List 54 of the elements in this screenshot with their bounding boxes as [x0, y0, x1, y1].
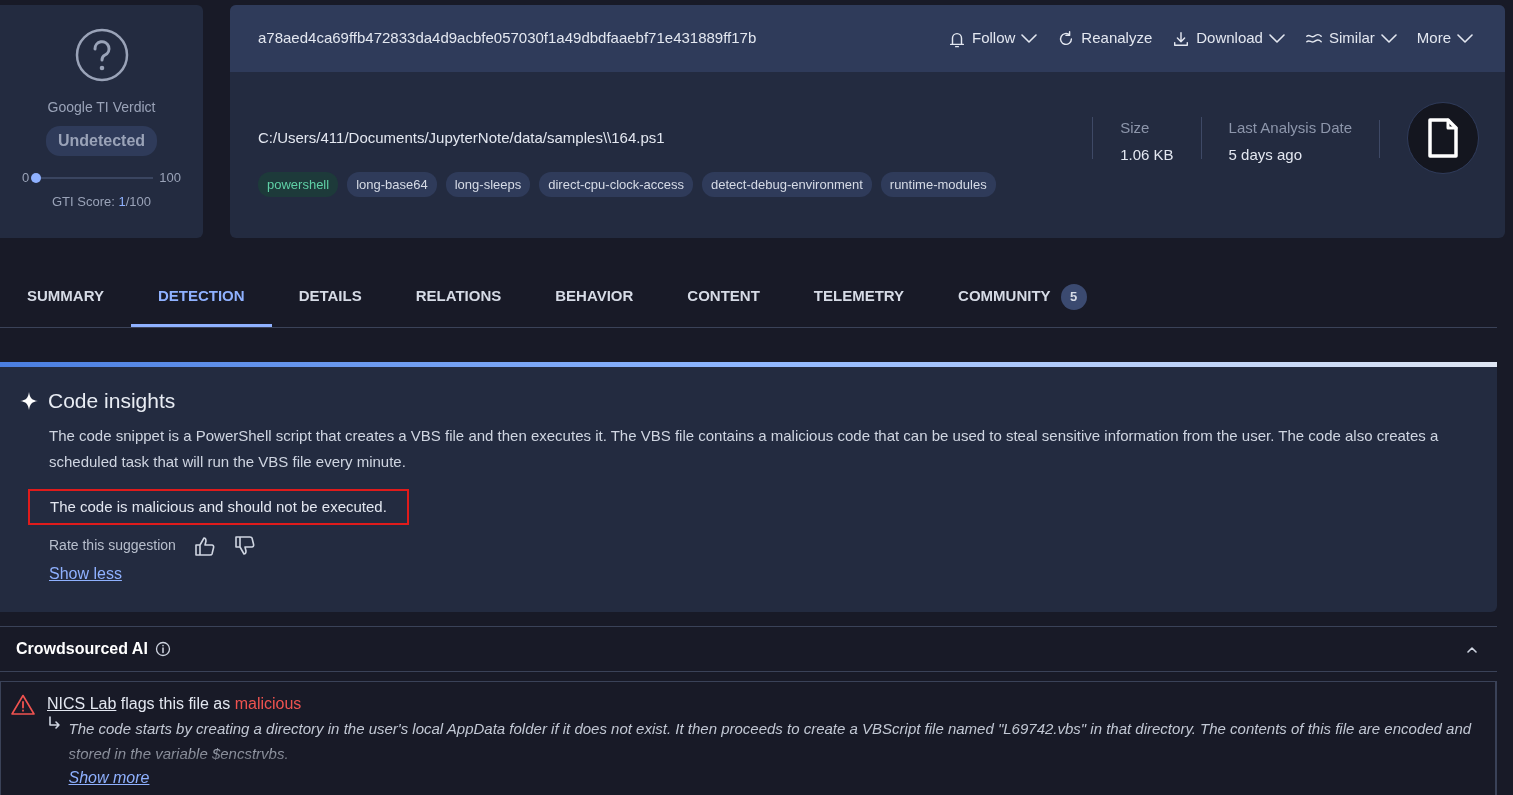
section-title: Crowdsourced AI	[16, 639, 148, 659]
warning-icon	[11, 693, 35, 715]
show-more-link[interactable]: Show more	[68, 766, 150, 790]
action-button[interactable]: Download	[1166, 23, 1291, 54]
collapse-button[interactable]	[1467, 645, 1477, 653]
tab[interactable]: SUMMARY	[0, 269, 131, 327]
tab[interactable]: CONTENT	[660, 269, 787, 327]
action-button[interactable]: More	[1410, 23, 1479, 54]
score-min-label: 0	[22, 169, 30, 187]
question-circle-icon	[73, 27, 130, 83]
tab[interactable]: COMMUNITY 5	[931, 269, 1114, 327]
ai-summary-text: The code starts by creating a directory in the user's local AppData folder if it does not exist. It then proceeds to create a VBScript file named "L69742.vbs" in that directory. The contents of this file are encoded and stored in the variable $encstrvbs.	[68, 719, 1473, 764]
chevron-up-icon	[1467, 645, 1477, 653]
stat-label: Size	[1120, 118, 1151, 138]
reply-arrow-icon	[47, 716, 61, 730]
tag[interactable]: detect-debug-environment	[702, 171, 872, 197]
tag[interactable]: direct-cpu-clock-access	[539, 171, 694, 197]
stat-label: Last Analysis Date	[1228, 118, 1352, 138]
insight-text: The code snippet is a PowerShell script that creates a VBS file and then executes it. The VBS file contains a malicious code that can be used to steal sensitive information from the user. The code also creates a scheduled task that will run the VBS file every minute.	[49, 425, 1440, 472]
thumbs-down-button[interactable]	[233, 535, 256, 556]
count-badge: 5	[1060, 283, 1087, 310]
code-insights-title: Code insights	[48, 388, 176, 414]
ai-verdict-line: NICS Lab flags this file as malicious	[47, 694, 302, 714]
document-icon	[1427, 118, 1459, 158]
action-button[interactable]: Reanalyze	[1051, 23, 1159, 54]
tab[interactable]: BEHAVIOR	[528, 269, 661, 327]
tab[interactable]: TELEMETRY	[786, 269, 932, 327]
gti-score: GTI Score: 1/100	[52, 192, 151, 211]
download-icon	[1172, 29, 1191, 48]
score-max-label: 100	[159, 169, 181, 187]
sparkle-icon	[20, 391, 38, 410]
insight-conclusion: The code is malicious and should not be executed.	[28, 488, 409, 525]
tag[interactable]: long-sleeps	[445, 171, 531, 197]
show-less-link[interactable]: Show less	[49, 562, 122, 586]
file-hash: a78aed4ca69ffb472833da4d9acbfe057030f1a49dbdfaaebf71e431889ff17b	[258, 28, 758, 49]
source-link[interactable]: NICS Lab	[47, 695, 117, 712]
stat-value: 1.06 KB	[1120, 144, 1174, 165]
action-button[interactable]: Follow	[942, 23, 1044, 54]
thumbs-up-button[interactable]	[193, 535, 216, 556]
verdict-badge: Undetected	[45, 126, 158, 156]
verdict-title: Google TI Verdict	[47, 98, 156, 117]
rate-label: Rate this suggestion	[49, 536, 176, 555]
tag[interactable]: long-base64	[347, 171, 437, 197]
thumbs-down-icon	[233, 535, 256, 556]
tag[interactable]: runtime-modules	[880, 171, 996, 197]
thumbs-up-icon	[193, 535, 216, 556]
tab[interactable]: DETAILS	[271, 269, 389, 327]
action-button[interactable]: Similar	[1298, 23, 1403, 54]
file-path: C:/Users/411/Documents/JupyterNote/data/samples\\164.ps1	[258, 128, 666, 148]
tab[interactable]: DETECTION	[130, 269, 272, 327]
tag[interactable]: powershell	[258, 171, 339, 197]
tab[interactable]: RELATIONS	[388, 269, 529, 327]
info-icon	[155, 641, 172, 657]
stat-value: 5 days ago	[1228, 144, 1303, 165]
